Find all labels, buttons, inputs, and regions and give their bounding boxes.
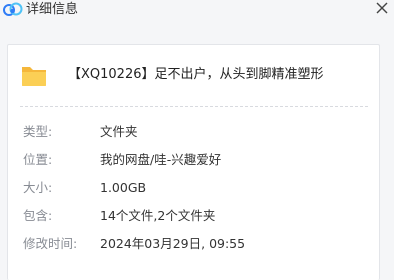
detail-value: 14个文件,2个文件夹: [100, 208, 216, 223]
detail-label: 大小:: [23, 180, 53, 195]
folder-name: 【XQ10226】足不出户，从头到脚精准塑形: [68, 67, 324, 82]
detail-row-contains: 包含: 14个文件,2个文件夹: [8, 206, 381, 226]
folder-icon: [22, 67, 46, 86]
details-window: 详细信息 【XQ10226】足不出户，从头到脚精准塑形 类型: 文件夹 位置: …: [0, 0, 394, 280]
detail-value: 我的网盘/哇-兴趣爱好: [100, 152, 222, 167]
detail-label: 包含:: [23, 208, 53, 223]
detail-label: 位置:: [23, 152, 53, 167]
details-card: 【XQ10226】足不出户，从头到脚精准塑形 类型: 文件夹 位置: 我的网盘/…: [7, 44, 380, 280]
detail-value: 2024年03月29日, 09:55: [100, 236, 246, 251]
detail-row-modified: 修改时间: 2024年03月29日, 09:55: [8, 234, 381, 254]
detail-value: 1.00GB: [100, 180, 147, 195]
window-title: 详细信息: [26, 2, 79, 17]
close-icon[interactable]: [373, 0, 391, 17]
title-bar: 详细信息: [0, 0, 394, 28]
divider: [20, 106, 368, 107]
detail-label: 类型:: [23, 124, 53, 139]
detail-row-location: 位置: 我的网盘/哇-兴趣爱好: [8, 150, 381, 170]
detail-label: 修改时间:: [23, 236, 78, 251]
detail-row-size: 大小: 1.00GB: [8, 178, 381, 198]
baidu-netdisk-cloud-icon: [3, 2, 23, 16]
detail-value: 文件夹: [100, 124, 138, 139]
detail-row-type: 类型: 文件夹: [8, 122, 381, 142]
